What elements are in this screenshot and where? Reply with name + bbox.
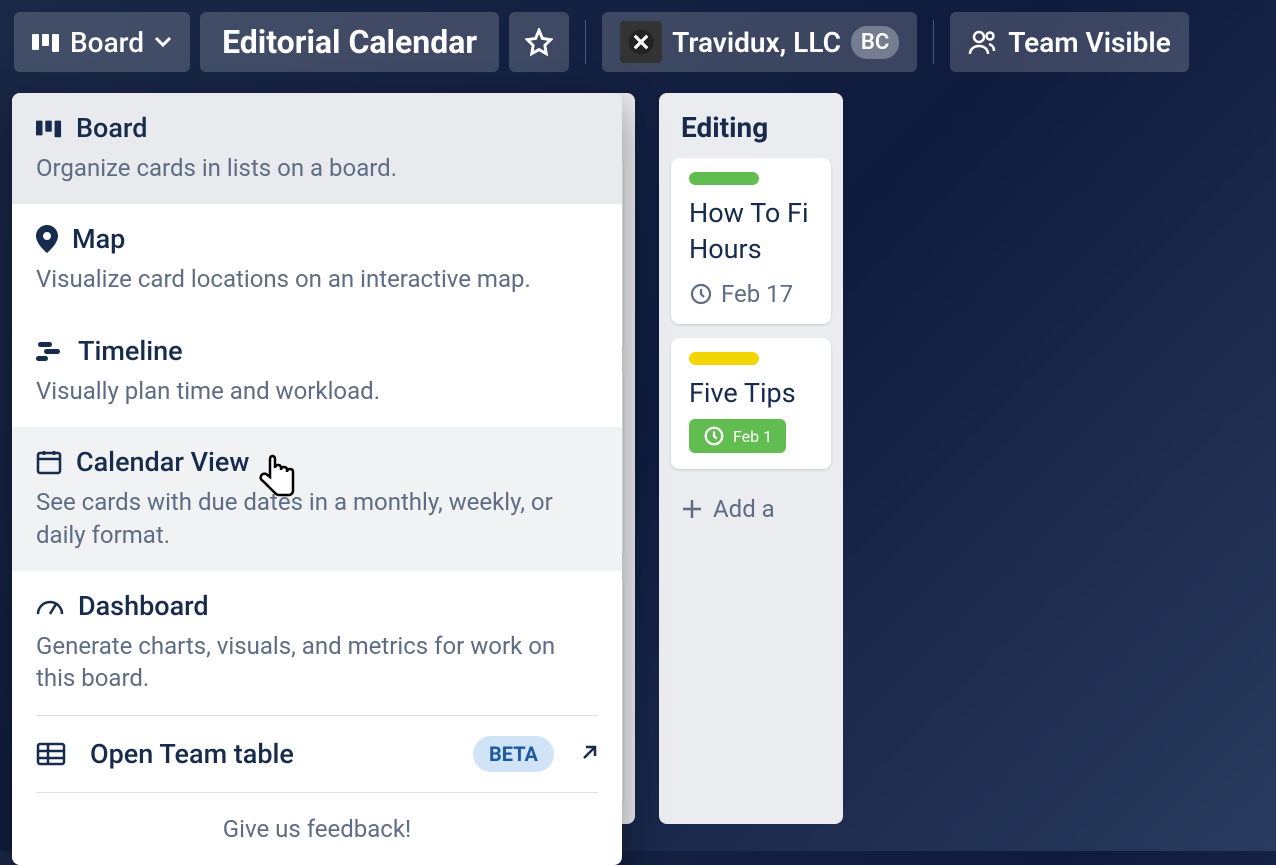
view-option-dashboard[interactable]: Dashboard Generate charts, visuals, and … <box>12 571 622 715</box>
timeline-icon <box>36 340 64 362</box>
beta-badge: BETA <box>473 736 554 772</box>
list-title[interactable]: Editing <box>681 111 768 144</box>
divider <box>933 20 934 64</box>
card[interactable]: Five Tips Feb 1 <box>671 338 831 469</box>
due-date-badge: Feb 17 <box>689 280 793 308</box>
chevron-down-icon <box>154 36 172 48</box>
view-switcher-button[interactable]: Board <box>14 12 190 72</box>
view-switcher-dropdown: Board Organize cards in lists on a board… <box>12 93 622 865</box>
board-icon <box>36 118 62 138</box>
board-header: Board Editorial Calendar Travidux, LLC B… <box>0 0 1276 84</box>
team-initials-badge: BC <box>851 26 899 59</box>
card-label-green[interactable] <box>689 172 759 185</box>
gauge-icon <box>36 596 64 616</box>
external-link-icon <box>578 744 598 764</box>
plus-icon <box>681 498 703 520</box>
list-editing: Editing How To Fi Hours Feb 17 Five Tips… <box>659 93 843 824</box>
due-date-complete-badge: Feb 1 <box>689 419 786 453</box>
board-title[interactable]: Editorial Calendar <box>200 12 499 72</box>
visibility-label: Team Visible <box>1008 26 1171 59</box>
open-team-table[interactable]: Open Team table BETA <box>12 716 622 792</box>
view-option-calendar[interactable]: Calendar View See cards with due dates i… <box>12 427 622 571</box>
pin-icon <box>36 225 58 253</box>
calendar-icon <box>36 449 62 475</box>
add-card-button[interactable]: Add a <box>671 483 831 535</box>
team-name: Travidux, LLC <box>672 26 841 59</box>
view-option-timeline[interactable]: Timeline Visually plan time and workload… <box>12 316 622 427</box>
card[interactable]: How To Fi Hours Feb 17 <box>671 158 831 324</box>
divider <box>585 20 586 64</box>
table-icon <box>36 742 66 766</box>
clock-icon <box>689 282 713 306</box>
view-option-board[interactable]: Board Organize cards in lists on a board… <box>12 93 622 204</box>
view-switcher-label: Board <box>70 26 144 59</box>
view-option-map[interactable]: Map Visualize card locations on an inter… <box>12 204 622 315</box>
team-button[interactable]: Travidux, LLC BC <box>602 12 917 72</box>
card-title: How To Fi Hours <box>689 195 813 268</box>
clock-icon <box>703 425 725 447</box>
team-logo-icon <box>620 21 662 63</box>
card-label-yellow[interactable] <box>689 352 759 365</box>
star-icon <box>525 28 553 56</box>
card-title: Five Tips <box>689 375 813 411</box>
board-icon <box>32 32 60 52</box>
star-button[interactable] <box>509 12 569 72</box>
team-icon <box>968 29 998 55</box>
visibility-button[interactable]: Team Visible <box>950 12 1189 72</box>
feedback-link[interactable]: Give us feedback! <box>12 793 622 865</box>
